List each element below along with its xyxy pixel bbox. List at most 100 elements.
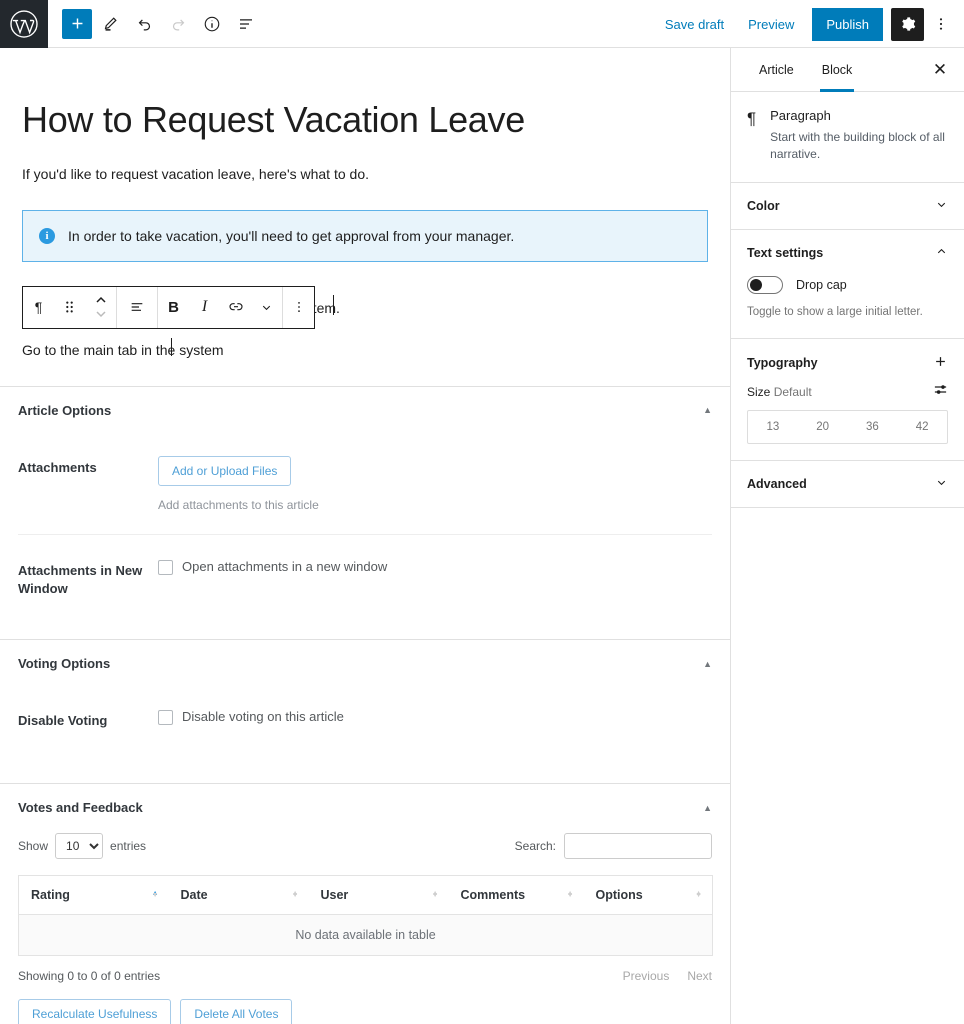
column-header-rating[interactable]: Rating ▲▼ — [19, 876, 169, 915]
votes-table: Rating ▲▼ Date ▲▼ User ▲▼ Comments — [18, 875, 713, 956]
search-label: Search: — [515, 839, 556, 853]
publish-button[interactable]: Publish — [812, 8, 883, 41]
drop-cap-help-text: Toggle to show a large initial letter. — [747, 304, 948, 320]
pagination: Previous Next — [623, 969, 712, 983]
more-options-icon[interactable] — [926, 8, 956, 41]
font-size-option-36[interactable]: 36 — [848, 411, 898, 443]
wordpress-logo-icon[interactable] — [0, 0, 48, 48]
italic-button[interactable]: I — [189, 287, 220, 328]
add-or-upload-files-button[interactable]: Add or Upload Files — [158, 456, 291, 486]
list-view-icon[interactable] — [230, 8, 262, 40]
block-more-options-icon[interactable] — [283, 287, 314, 328]
drag-handle-icon[interactable] — [54, 287, 85, 328]
search-input[interactable] — [564, 833, 712, 859]
settings-gear-icon[interactable] — [891, 8, 924, 41]
advanced-section-title: Advanced — [747, 477, 807, 491]
font-size-option-20[interactable]: 20 — [798, 411, 848, 443]
chevron-down-icon[interactable] — [935, 198, 948, 214]
article-options-title: Article Options — [18, 403, 111, 418]
plus-icon[interactable] — [933, 354, 948, 372]
table-header-row: Rating ▲▼ Date ▲▼ User ▲▼ Comments — [19, 876, 713, 915]
block-description: Start with the building block of all nar… — [770, 129, 948, 164]
disable-voting-label: Disable Voting — [18, 709, 158, 731]
show-entries-control: Show 10 entries — [18, 833, 146, 859]
format-group: B I — [158, 287, 283, 328]
previous-page-button[interactable]: Previous — [623, 969, 670, 983]
color-section-header[interactable]: Color — [731, 183, 964, 229]
drop-cap-toggle[interactable] — [747, 276, 783, 294]
advanced-section-header[interactable]: Advanced — [731, 461, 964, 507]
column-header-options[interactable]: Options ▲▼ — [584, 876, 713, 915]
redo-button[interactable] — [162, 8, 194, 40]
sort-arrow-date[interactable]: ▲▼ — [292, 894, 299, 896]
entries-per-page-select[interactable]: 10 — [55, 833, 103, 859]
paragraph-icon: ¶ — [747, 108, 756, 164]
attachments-new-window-row: Attachments in New Window Open attachmen… — [0, 559, 730, 640]
close-icon[interactable]: ✕ — [926, 56, 954, 84]
sort-arrow-comments[interactable]: ▲▼ — [567, 894, 574, 896]
intro-paragraph[interactable]: If you'd like to request vacation leave,… — [22, 163, 730, 185]
color-section: Color — [731, 183, 964, 230]
typed-text-caret — [171, 338, 172, 356]
add-block-button[interactable] — [62, 9, 92, 39]
article-options-panel: Article Options ▲ Attachments Add or Upl… — [0, 386, 730, 640]
tab-article[interactable]: Article — [745, 48, 808, 92]
drop-cap-row: Drop cap — [747, 276, 948, 294]
notice-text: In order to take vacation, you'll need t… — [68, 228, 514, 244]
text-settings-section: Text settings Drop cap Toggle to show a … — [731, 230, 964, 339]
align-text-icon[interactable] — [117, 287, 157, 328]
text-settings-title: Text settings — [747, 246, 823, 260]
tools-pencil-icon[interactable] — [94, 8, 126, 40]
align-group — [117, 287, 158, 328]
sliders-icon[interactable] — [933, 382, 948, 402]
link-icon[interactable] — [220, 287, 251, 328]
chevron-down-icon[interactable] — [251, 287, 282, 328]
text-settings-header[interactable]: Text settings — [731, 230, 964, 276]
active-block-area: e system. ¶ — [0, 286, 730, 386]
font-size-option-13[interactable]: 13 — [748, 411, 798, 443]
disable-voting-checkbox[interactable] — [158, 710, 173, 725]
next-page-button[interactable]: Next — [687, 969, 712, 983]
drop-cap-label: Drop cap — [796, 278, 847, 292]
block-type-group: ¶ — [23, 287, 117, 328]
font-size-option-42[interactable]: 42 — [897, 411, 947, 443]
disable-voting-checkbox-label: Disable voting on this article — [182, 709, 344, 724]
undo-button[interactable] — [128, 8, 160, 40]
sort-arrow-user[interactable]: ▲▼ — [432, 894, 439, 896]
typography-title: Typography — [747, 356, 818, 370]
open-attachments-new-window-checkbox[interactable] — [158, 560, 173, 575]
save-draft-button[interactable]: Save draft — [653, 11, 736, 38]
sort-arrow-rating[interactable]: ▲▼ — [152, 894, 159, 896]
collapse-up-icon[interactable]: ▲ — [703, 405, 712, 415]
typography-header: Typography — [731, 339, 964, 382]
chevron-down-icon[interactable] — [935, 476, 948, 492]
typed-paragraph-text[interactable]: Go to the main tab in the system — [22, 342, 224, 358]
typography-section: Typography Size Default 13 20 36 — [731, 339, 964, 461]
attachments-label: Attachments — [18, 456, 158, 512]
votes-feedback-title: Votes and Feedback — [18, 800, 143, 815]
attachments-new-window-label: Attachments in New Window — [18, 559, 158, 600]
move-up-down-icon[interactable] — [85, 287, 116, 328]
bold-button[interactable]: B — [158, 287, 189, 328]
preview-button[interactable]: Preview — [736, 11, 806, 38]
page-title[interactable]: How to Request Vacation Leave — [22, 98, 730, 141]
info-notice-block[interactable]: i In order to take vacation, you'll need… — [22, 210, 708, 262]
font-size-label: Size Default — [747, 385, 812, 399]
delete-all-votes-button[interactable]: Delete All Votes — [180, 999, 292, 1024]
collapse-up-icon[interactable]: ▲ — [703, 659, 712, 669]
column-header-comments[interactable]: Comments ▲▼ — [449, 876, 584, 915]
votes-feedback-header[interactable]: Votes and Feedback ▲ — [0, 784, 730, 829]
chevron-up-icon[interactable] — [935, 245, 948, 261]
column-header-user[interactable]: User ▲▼ — [309, 876, 449, 915]
paragraph-icon[interactable]: ¶ — [23, 287, 54, 328]
text-settings-body: Drop cap Toggle to show a large initial … — [731, 276, 964, 338]
entries-suffix-label: entries — [110, 839, 146, 853]
column-header-date[interactable]: Date ▲▼ — [169, 876, 309, 915]
tab-block[interactable]: Block — [808, 48, 867, 92]
voting-options-header[interactable]: Voting Options ▲ — [0, 640, 730, 685]
details-info-icon[interactable] — [196, 8, 228, 40]
recalculate-usefulness-button[interactable]: Recalculate Usefulness — [18, 999, 171, 1024]
sort-arrow-options[interactable]: ▲▼ — [695, 894, 702, 896]
collapse-up-icon[interactable]: ▲ — [703, 803, 712, 813]
article-options-header[interactable]: Article Options ▲ — [0, 387, 730, 432]
